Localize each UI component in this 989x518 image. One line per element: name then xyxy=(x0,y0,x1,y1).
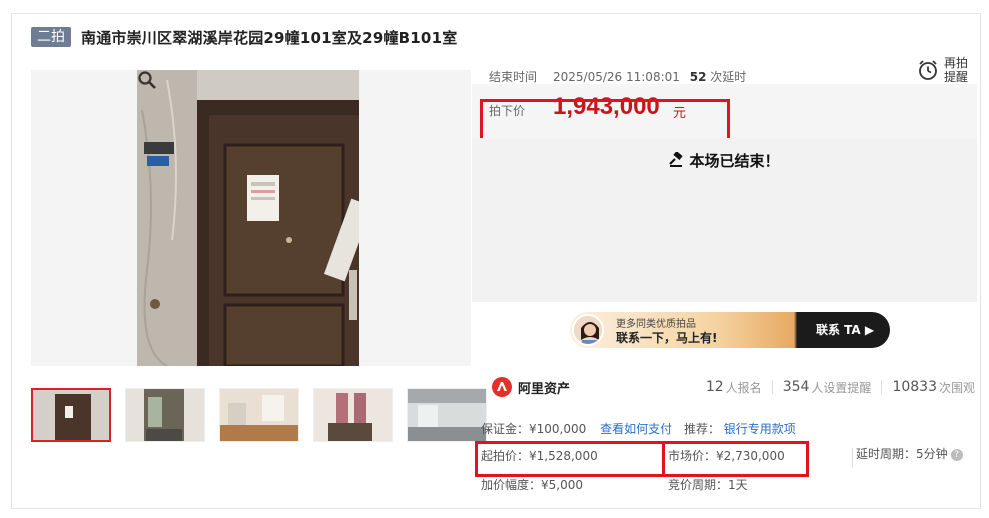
page-title: 南通市崇川区翠湖溪岸花园29幢101室及29幢B101室 xyxy=(81,28,458,47)
recommend-label: 推荐： xyxy=(683,422,720,436)
main-photo[interactable] xyxy=(31,70,471,366)
ali-assets-logo-icon xyxy=(492,377,512,397)
alarm-clock-icon xyxy=(919,60,937,80)
delay-period: 延时周期：5分钟 xyxy=(856,447,948,461)
deposit-row: 保证金：¥100,000 查看如何支付 推荐： 银行专用款项 xyxy=(481,420,796,437)
view-count: 10833 xyxy=(892,379,937,395)
divider xyxy=(771,380,773,394)
signup-count: 12 xyxy=(705,379,724,395)
divider xyxy=(852,448,853,468)
promo-bar[interactable]: 更多同类优质拍品 联系一下，马上有! 联系 TA ▶ xyxy=(570,312,890,348)
thumbnail-strip xyxy=(31,388,501,442)
deposit-text: 保证金：¥100,000 xyxy=(481,422,587,436)
thumbnail-3[interactable] xyxy=(219,388,299,442)
end-time-value: 2025/05/26 11:08:01 xyxy=(553,70,680,84)
thumbnail-1[interactable] xyxy=(31,388,111,442)
start-price-highlight-box xyxy=(475,441,665,477)
delay-label: 次延时 xyxy=(710,70,747,84)
reminder-count: 354 xyxy=(782,379,810,395)
promo-banner[interactable]: 更多同类优质拍品 联系一下，马上有! 联系 TA ▶ xyxy=(472,302,977,360)
gavel-icon xyxy=(669,151,684,167)
agent-avatar xyxy=(572,314,604,346)
remind-label: 再拍提醒 xyxy=(944,56,969,84)
remind-button[interactable]: 再拍提醒 xyxy=(916,56,972,84)
end-time-label: 结束时间 xyxy=(489,70,538,84)
recommend-link[interactable]: 银行专用款项 xyxy=(724,422,796,436)
bid-period: 竞价周期：1天 xyxy=(668,478,748,492)
increment: 加价幅度：¥5,000 xyxy=(481,478,583,492)
zoom-icon[interactable] xyxy=(137,70,157,90)
thumbnail-2[interactable] xyxy=(125,388,205,442)
thumbnail-4[interactable] xyxy=(313,388,393,442)
divider xyxy=(881,380,883,394)
auction-ended-message: 本场已结束！ xyxy=(472,150,977,171)
promo-title: 联系一下，马上有! xyxy=(616,331,718,345)
signup-label: 人报名 xyxy=(725,380,762,395)
delay-count: 52 xyxy=(689,70,707,84)
promo-subtitle: 更多同类优质拍品 xyxy=(616,319,696,330)
stats-counts: 12 人报名 354 人设置提醒 10833 次围观 xyxy=(706,379,977,396)
ali-assets-brand: 阿里资产 xyxy=(518,381,571,397)
reminder-label: 人设置提醒 xyxy=(811,380,872,395)
door-photo xyxy=(137,70,359,366)
auction-ended-text: 本场已结束！ xyxy=(689,152,780,170)
deposit-payment-link[interactable]: 查看如何支付 xyxy=(600,422,672,436)
round-badge: 二拍 xyxy=(31,27,71,47)
market-price-highlight-box xyxy=(662,441,809,477)
contact-button[interactable]: 联系 TA ▶ xyxy=(816,321,874,338)
title-row: 二拍 南通市崇川区翠湖溪岸花园29幢101室及29幢B101室 xyxy=(31,26,457,48)
auction-ended-panel: 本场已结束！ xyxy=(472,138,977,302)
end-time-row: 结束时间 2025/05/26 11:08:01 52 次延时 xyxy=(489,68,746,85)
help-icon[interactable]: ? xyxy=(950,448,963,461)
view-label: 次围观 xyxy=(938,380,975,395)
ali-assets-logo: 阿里资产 xyxy=(492,377,570,397)
stats-row: 阿里资产 12 人报名 354 人设置提醒 10833 次围观 xyxy=(472,372,977,402)
auction-panel: 二拍 南通市崇川区翠湖溪岸花园29幢101室及29幢B101室 结束时间 202… xyxy=(11,13,981,509)
delay-period-row: 延时周期：5分钟? xyxy=(856,445,963,462)
